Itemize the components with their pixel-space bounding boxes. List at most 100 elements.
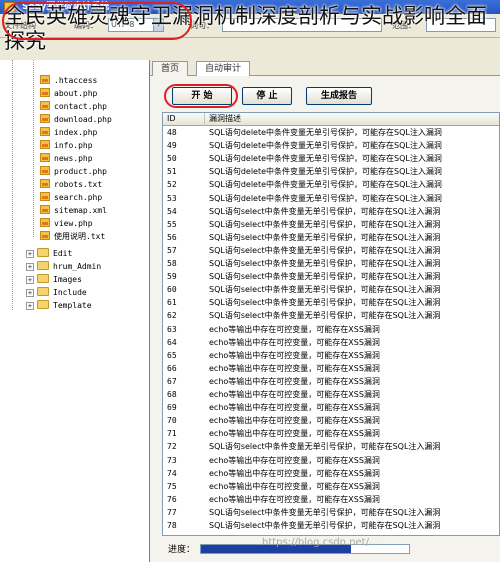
table-row[interactable]: 76 echo等输出中存在可控变量，可能存在XSS漏洞 [163,494,499,506]
tree-item-file[interactable]: 使用说明.txt [40,230,105,243]
tree-item-folder[interactable]: + hrum_Admin [26,260,101,273]
table-row[interactable]: 77 SQL语句select中条件变量无单引号保护，可能存在SQL注入漏洞 [163,507,499,519]
table-row[interactable]: 71 echo等输出中存在可控变量，可能存在XSS漏洞 [163,428,499,440]
cell-id: 65 [167,350,177,360]
tree-item-file[interactable]: contact.php [40,100,107,113]
cell-description: SQL语句select中条件变量无单引号保护，可能存在SQL注入漏洞 [209,245,441,255]
tree-item-label: index.php [54,128,98,137]
tree-item-label: view.php [54,219,93,228]
tree-item-file[interactable]: search.php [40,191,102,204]
table-row[interactable]: 59 SQL语句select中条件变量无单引号保护，可能存在SQL注入漏洞 [163,271,499,283]
table-row[interactable]: 73 echo等输出中存在可控变量，可能存在XSS漏洞 [163,455,499,467]
table-row[interactable]: 69 echo等输出中存在可控变量，可能存在XSS漏洞 [163,402,499,414]
tree-item-file[interactable]: .htaccess [40,74,97,87]
tree-item-file[interactable]: info.php [40,139,93,152]
stop-button[interactable]: 停 止 [242,87,292,105]
cell-description: echo等输出中存在可控变量，可能存在XSS漏洞 [209,403,380,413]
cell-description: echo等输出中存在可控变量，可能存在XSS漏洞 [209,429,380,439]
cell-id: 76 [167,494,177,504]
table-row[interactable]: 49 SQL语句delete中条件变量无单引号保护，可能存在SQL注入漏洞 [163,140,499,152]
tree-item-label: Template [53,301,92,310]
tab-home[interactable]: 首页 [152,61,189,76]
tree-item-file[interactable]: view.php [40,217,93,230]
tree-item-folder[interactable]: + Images [26,273,82,286]
table-row[interactable]: 68 echo等输出中存在可控变量，可能存在XSS漏洞 [163,389,499,401]
table-row[interactable]: 60 SQL语句select中条件变量无单引号保护，可能存在SQL注入漏洞 [163,284,499,296]
tree-item-file[interactable]: index.php [40,126,97,139]
table-row[interactable]: 52 SQL语句delete中条件变量无单引号保护，可能存在SQL注入漏洞 [163,179,499,191]
table-row[interactable]: 63 echo等输出中存在可控变量，可能存在XSS漏洞 [163,324,499,336]
table-row[interactable]: 55 SQL语句select中条件变量无单引号保护，可能存在SQL注入漏洞 [163,219,499,231]
tree-item-file[interactable]: news.php [40,152,93,165]
table-row[interactable]: 67 echo等输出中存在可控变量，可能存在XSS漏洞 [163,376,499,388]
tree-item-label: Edit [53,249,73,258]
cell-id: 57 [167,245,177,255]
start-button[interactable]: 开 始 [172,87,232,105]
table-row[interactable]: 62 SQL语句select中条件变量无单引号保护，可能存在SQL注入漏洞 [163,310,499,322]
cell-id: 63 [167,324,177,334]
cell-description: SQL语句select中条件变量无单引号保护，可能存在SQL注入漏洞 [209,521,441,530]
column-header-description[interactable]: 漏洞描述 [205,113,499,126]
table-row[interactable]: 57 SQL语句select中条件变量无单引号保护，可能存在SQL注入漏洞 [163,245,499,257]
cell-id: 71 [167,429,177,439]
file-tree[interactable]: .htaccess about.php contact.php download.ph… [0,60,150,562]
generate-report-button[interactable]: 生成报告 [306,87,372,105]
php-file-icon [40,218,50,227]
tree-item-file[interactable]: sitemap.xml [40,204,107,217]
table-row[interactable]: 70 echo等输出中存在可控变量，可能存在XSS漏洞 [163,415,499,427]
cell-id: 52 [167,180,177,190]
cell-id: 69 [167,403,177,413]
cell-description: SQL语句delete中条件变量无单引号保护，可能存在SQL注入漏洞 [209,141,442,151]
tree-item-label: .htaccess [54,76,98,85]
tree-item-file[interactable]: about.php [40,87,97,100]
table-row[interactable]: 53 SQL语句delete中条件变量无单引号保护，可能存在SQL注入漏洞 [163,193,499,205]
tree-item-folder[interactable]: + Edit [26,247,72,260]
tree-item-label: product.php [54,167,107,176]
php-file-icon [40,140,50,149]
cell-description: SQL语句select中条件变量无单引号保护，可能存在SQL注入漏洞 [209,507,441,517]
table-row[interactable]: 64 echo等输出中存在可控变量，可能存在XSS漏洞 [163,337,499,349]
tab-auto-audit[interactable]: 自动审计 [196,61,251,76]
audit-panel: 开 始 停 止 生成报告 ID 漏洞描述 48 SQL语句delete中条件变量无… [150,76,500,562]
tree-item-label: sitemap.xml [54,206,107,215]
table-row[interactable]: 54 SQL语句select中条件变量无单引号保护，可能存在SQL注入漏洞 [163,206,499,218]
tree-item-folder[interactable]: + Template [26,299,92,312]
expand-icon[interactable]: + [26,250,34,258]
table-row[interactable]: 65 echo等输出中存在可控变量，可能存在XSS漏洞 [163,350,499,362]
table-row[interactable]: 72 SQL语句select中条件变量无单引号保护，可能存在SQL注入漏洞 [163,441,499,453]
table-row[interactable]: 75 echo等输出中存在可控变量，可能存在XSS漏洞 [163,481,499,493]
table-row[interactable]: 78 SQL语句select中条件变量无单引号保护，可能存在SQL注入漏洞 [163,520,499,532]
cell-description: echo等输出中存在可控变量，可能存在XSS漏洞 [209,376,380,386]
folder-icon [37,248,49,257]
table-row[interactable]: 58 SQL语句select中条件变量无单引号保护，可能存在SQL注入漏洞 [163,258,499,270]
table-row[interactable]: 48 SQL语句delete中条件变量无单引号保护，可能存在SQL注入漏洞 [163,127,499,139]
column-header-id[interactable]: ID [163,113,205,126]
table-row[interactable]: 74 echo等输出中存在可控变量，可能存在XSS漏洞 [163,468,499,480]
tree-item-label: contact.php [54,102,107,111]
cell-id: 50 [167,154,177,164]
cell-description: SQL语句select中条件变量无单引号保护，可能存在SQL注入漏洞 [209,206,441,216]
cell-description: SQL语句select中条件变量无单引号保护，可能存在SQL注入漏洞 [209,259,441,268]
tree-item-label: download.php [54,115,112,124]
table-row[interactable]: 50 SQL语句delete中条件变量无单引号保护，可能存在SQL注入漏洞 [163,153,499,165]
table-row[interactable]: 66 echo等输出中存在可控变量，可能存在XSS漏洞 [163,363,499,375]
tree-item-file[interactable]: download.php [40,113,112,126]
expand-icon[interactable]: + [26,302,34,310]
table-row[interactable]: 56 SQL语句select中条件变量无单引号保护，可能存在SQL注入漏洞 [163,232,499,244]
folder-icon [37,300,49,309]
tree-item-folder[interactable]: + Include [26,286,87,299]
table-row[interactable]: 51 SQL语句delete中条件变量无单引号保护，可能存在SQL注入漏洞 [163,166,499,178]
cell-description: echo等输出中存在可控变量，可能存在XSS漏洞 [209,416,380,426]
table-row[interactable]: 61 SQL语句select中条件变量无单引号保护，可能存在SQL注入漏洞 [163,297,499,309]
vulnerability-table[interactable]: ID 漏洞描述 48 SQL语句delete中条件变量无单引号保护，可能存在SQL… [162,112,500,536]
tree-item-label: about.php [54,89,98,98]
progress-label: 进度： [168,545,196,555]
tree-item-file[interactable]: robots.txt [40,178,102,191]
cell-id: 48 [167,128,177,137]
expand-icon[interactable]: + [26,263,34,271]
cell-description: SQL语句delete中条件变量无单引号保护，可能存在SQL注入漏洞 [209,180,442,190]
tree-item-file[interactable]: product.php [40,165,107,178]
expand-icon[interactable]: + [26,289,34,297]
expand-icon[interactable]: + [26,276,34,284]
cell-id: 77 [167,507,177,517]
